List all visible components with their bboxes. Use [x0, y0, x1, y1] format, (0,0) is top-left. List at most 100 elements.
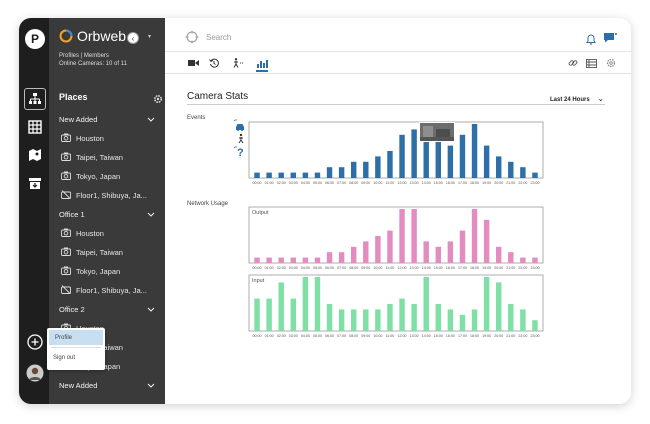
- search-icon[interactable]: [185, 30, 199, 49]
- stats-chart-icon[interactable]: [256, 57, 268, 72]
- chart-bar[interactable]: [508, 161, 514, 178]
- chart-bar[interactable]: [459, 134, 466, 178]
- chart-bar[interactable]: [399, 298, 405, 331]
- chart-bar[interactable]: [447, 241, 454, 263]
- chart-bar[interactable]: [326, 167, 333, 178]
- chart-bar[interactable]: [314, 277, 321, 331]
- chart-bar[interactable]: [411, 304, 417, 331]
- chart-bar[interactable]: [375, 236, 381, 263]
- chart-bar[interactable]: [387, 304, 393, 331]
- chart-bar[interactable]: [326, 304, 333, 331]
- chart-bar[interactable]: [411, 209, 417, 263]
- user-avatar[interactable]: [24, 362, 46, 384]
- chart-bar[interactable]: [302, 277, 309, 331]
- chart-bar[interactable]: [278, 257, 284, 263]
- chart-bar[interactable]: [447, 145, 454, 178]
- video-camera-icon[interactable]: [187, 57, 199, 69]
- profiles-members-link[interactable]: Profiles | Members: [59, 52, 127, 60]
- chart-bar[interactable]: [495, 246, 502, 263]
- place-camera-item[interactable]: Tokyo, Japan: [49, 262, 165, 281]
- chart-bar[interactable]: [435, 140, 442, 178]
- chart-bar[interactable]: [375, 309, 381, 331]
- chart-bar[interactable]: [326, 252, 333, 263]
- place-camera-item[interactable]: Taipei, Taiwan: [49, 148, 165, 167]
- chart-bar[interactable]: [520, 309, 526, 331]
- chart-bar[interactable]: [266, 172, 272, 178]
- chart-bar[interactable]: [399, 209, 405, 263]
- chart-bar[interactable]: [338, 309, 345, 331]
- place-group-header[interactable]: Office 2: [49, 300, 165, 319]
- chart-bar[interactable]: [302, 257, 309, 263]
- chart-bar[interactable]: [520, 257, 526, 263]
- chart-bar[interactable]: [459, 314, 466, 331]
- chart-bar[interactable]: [508, 304, 514, 331]
- chart-bar[interactable]: [278, 282, 284, 331]
- motion-person-icon[interactable]: [232, 57, 244, 69]
- event-snapshot-thumbnail[interactable]: [419, 122, 455, 142]
- chart-bar[interactable]: [508, 252, 514, 263]
- chart-bar[interactable]: [435, 246, 442, 263]
- chart-bar[interactable]: [459, 230, 466, 263]
- chart-bar[interactable]: [302, 172, 309, 178]
- archive-icon[interactable]: [24, 172, 46, 194]
- place-group-header[interactable]: New Added: [49, 110, 165, 129]
- map-icon[interactable]: [24, 144, 46, 166]
- place-camera-item[interactable]: Houston: [49, 224, 165, 243]
- chart-bar[interactable]: [290, 172, 297, 178]
- notification-bell-icon[interactable]: [586, 32, 596, 50]
- chart-bar[interactable]: [447, 309, 454, 331]
- chart-bar[interactable]: [532, 172, 538, 178]
- chart-bar[interactable]: [435, 304, 442, 331]
- app-logo[interactable]: P: [25, 29, 45, 49]
- profile-menu-item[interactable]: Profile: [49, 330, 103, 345]
- chart-bar[interactable]: [483, 145, 490, 178]
- chart-bar[interactable]: [363, 309, 369, 331]
- chart-bar[interactable]: [387, 151, 393, 178]
- chart-bar[interactable]: [350, 246, 357, 263]
- chart-bar[interactable]: [387, 230, 393, 263]
- chart-bar[interactable]: [314, 172, 321, 178]
- place-camera-item[interactable]: Floor1, Shibuya, Ja...: [49, 186, 165, 205]
- chart-bar[interactable]: [483, 277, 490, 331]
- link-icon[interactable]: [567, 57, 579, 69]
- search-input[interactable]: Search: [206, 33, 231, 42]
- settings-gear-icon[interactable]: [153, 91, 163, 109]
- history-icon[interactable]: [208, 57, 220, 69]
- chart-bar[interactable]: [254, 257, 260, 263]
- list-view-icon[interactable]: [585, 57, 597, 69]
- sign-out-menu-item[interactable]: Sign out: [47, 349, 105, 366]
- chart-bar[interactable]: [290, 257, 297, 263]
- chart-bar[interactable]: [532, 257, 538, 263]
- chart-bar[interactable]: [375, 156, 381, 178]
- chart-bar[interactable]: [495, 156, 502, 178]
- chart-bar[interactable]: [471, 309, 478, 331]
- place-camera-item[interactable]: Tokyo, Japan: [49, 167, 165, 186]
- chart-bar[interactable]: [350, 309, 357, 331]
- place-group-header[interactable]: New Added: [49, 376, 165, 395]
- chart-bar[interactable]: [254, 298, 260, 331]
- chart-bar[interactable]: [363, 161, 369, 178]
- chart-bar[interactable]: [423, 277, 429, 331]
- chart-bar[interactable]: [278, 172, 284, 178]
- chart-bar[interactable]: [266, 257, 272, 263]
- places-icon[interactable]: [24, 88, 46, 110]
- settings-icon[interactable]: [605, 57, 617, 69]
- chart-bar[interactable]: [423, 241, 429, 263]
- chart-bar[interactable]: [471, 209, 478, 263]
- chart-bar[interactable]: [495, 282, 502, 331]
- place-camera-item[interactable]: Floor1, Shibuya, Ja...: [49, 281, 165, 300]
- grid-view-icon[interactable]: [24, 116, 46, 138]
- chart-bar[interactable]: [338, 167, 345, 178]
- chart-bar[interactable]: [399, 134, 405, 178]
- chart-bar[interactable]: [471, 124, 478, 178]
- chart-bar[interactable]: [483, 219, 490, 263]
- chart-bar[interactable]: [363, 241, 369, 263]
- chart-bar[interactable]: [520, 167, 526, 178]
- chart-bar[interactable]: [290, 298, 297, 331]
- time-range-select[interactable]: Last 24 Hours ⌄: [550, 94, 604, 103]
- chat-icon[interactable]: [603, 31, 617, 49]
- chart-bar[interactable]: [350, 161, 357, 178]
- place-camera-item[interactable]: Taipei, Taiwan: [49, 243, 165, 262]
- chart-bar[interactable]: [411, 129, 417, 178]
- account-dropdown-icon[interactable]: ▾: [148, 33, 151, 40]
